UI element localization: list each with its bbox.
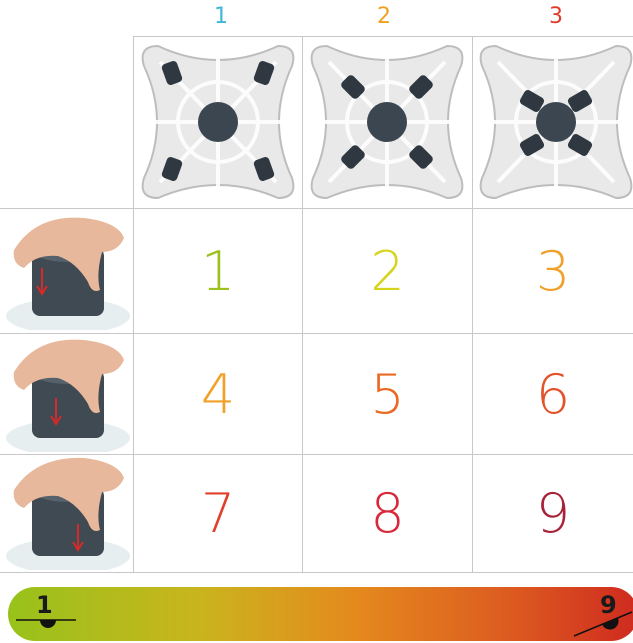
column-label-3: 3	[549, 4, 563, 29]
setting-number-3: 3	[535, 239, 571, 303]
setting-number-2: 2	[370, 239, 405, 303]
setting-number-9: 9	[535, 482, 571, 545]
scale-min-marker-icon	[16, 619, 76, 628]
base-plate-image-1	[141, 44, 295, 200]
hand-press-image-1	[6, 217, 130, 330]
setting-number-8: 8	[370, 482, 405, 545]
hand-press-image-3	[6, 457, 130, 570]
setting-number-5: 5	[370, 362, 405, 426]
base-plate-image-3	[479, 44, 633, 200]
setting-number-4: 4	[200, 362, 236, 426]
scale-min-label: 1	[36, 591, 53, 619]
setting-number-7: 7	[200, 482, 236, 545]
scale-max-marker-icon	[573, 611, 633, 637]
hand-press-image-2	[6, 339, 130, 452]
setting-number-6: 6	[535, 362, 571, 426]
setting-number-1: 1	[200, 239, 236, 303]
column-label-1: 1	[214, 4, 228, 29]
intensity-scale-bar: 1 9	[8, 587, 633, 641]
base-plate-image-2	[310, 44, 464, 200]
column-label-2: 2	[377, 4, 391, 29]
